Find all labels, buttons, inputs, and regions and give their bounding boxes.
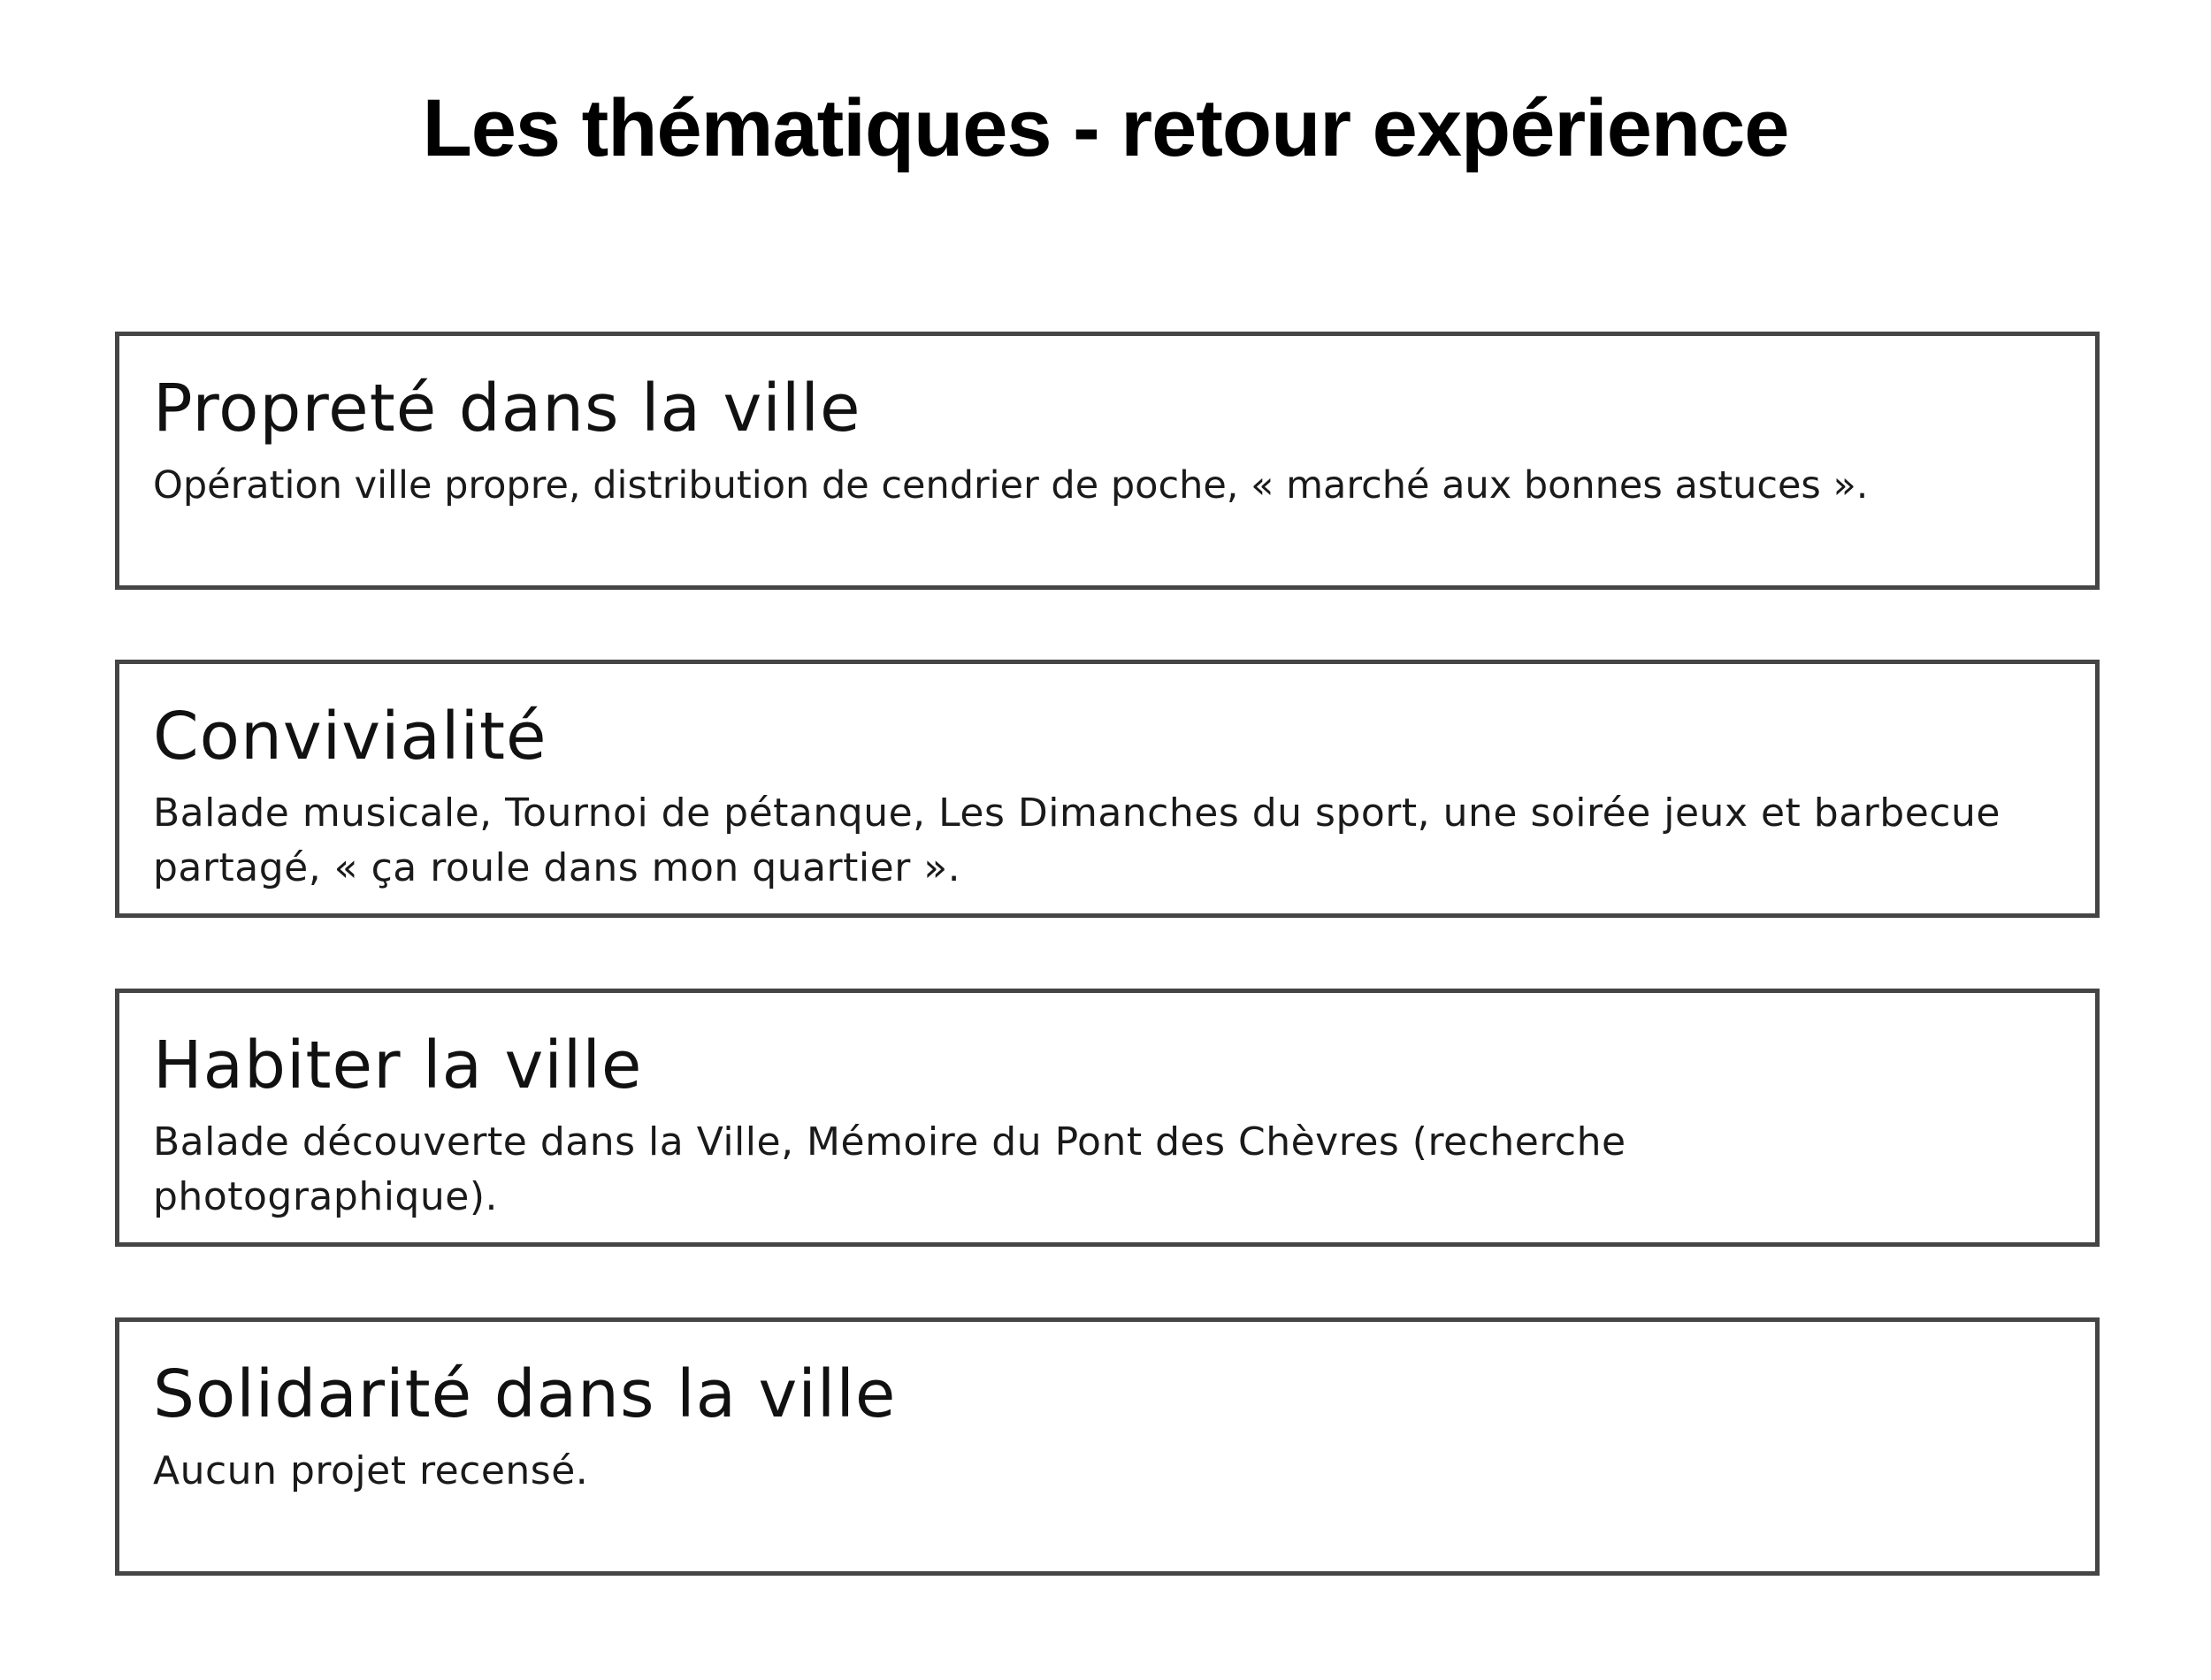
theme-card-habiter: Habiter la ville Balade découverte dans … <box>115 989 2100 1247</box>
theme-description: Opération ville propre, distribution de … <box>153 463 1869 508</box>
theme-description: Aucun projet recensé. <box>153 1448 589 1493</box>
page-title: Les thématiques - retour expérience <box>422 83 1790 173</box>
theme-card-solidarite: Solidarité dans la ville Aucun projet re… <box>115 1317 2100 1576</box>
theme-heading: Convivialité <box>153 699 547 775</box>
theme-heading: Solidarité dans la ville <box>153 1356 897 1432</box>
theme-description: Balade musicale, Tournoi de pétanque, Le… <box>153 790 2001 890</box>
theme-heading: Habiter la ville <box>153 1027 643 1103</box>
theme-card-convivialite: Convivialité Balade musicale, Tournoi de… <box>115 660 2100 918</box>
theme-card-proprete: Propreté dans la ville Opération ville p… <box>115 332 2100 590</box>
theme-heading: Propreté dans la ville <box>153 370 861 447</box>
slide: Les thématiques - retour expérience Prop… <box>0 0 2211 1680</box>
theme-description: Balade découverte dans la Ville, Mémoire… <box>153 1119 1626 1219</box>
